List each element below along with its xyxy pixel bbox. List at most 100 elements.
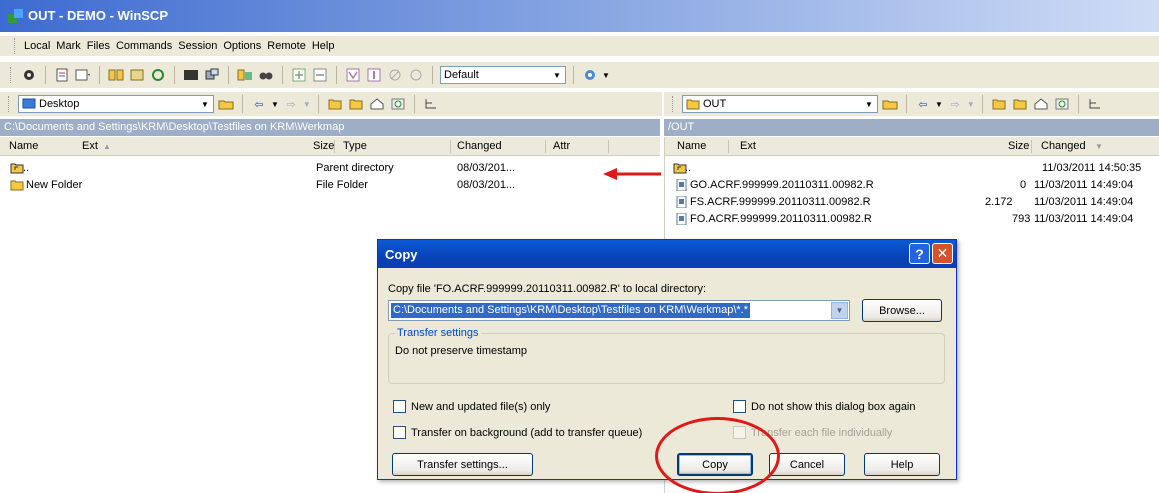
parent-dir-icon[interactable]: [990, 95, 1008, 113]
root-dir-icon[interactable]: [1011, 95, 1029, 113]
browse-button[interactable]: Browse...: [862, 299, 942, 322]
refresh-icon[interactable]: [1053, 95, 1071, 113]
right-location-select[interactable]: OUT ▼: [682, 95, 878, 113]
checkbox-box[interactable]: [393, 400, 406, 413]
col-size[interactable]: Size: [313, 140, 334, 152]
checkbox-box[interactable]: [733, 400, 746, 413]
synchronize-icon[interactable]: [107, 66, 125, 84]
col-size[interactable]: Size: [1008, 140, 1029, 152]
close-icon[interactable]: ✕: [932, 243, 953, 264]
refresh-icon[interactable]: [149, 66, 167, 84]
back-chevron-icon[interactable]: ▼: [271, 100, 279, 109]
column-divider[interactable]: [334, 140, 335, 153]
queue-icon[interactable]: [53, 66, 71, 84]
table-row[interactable]: FO.ACRF.999999.20110311.00982.R 793 11/0…: [665, 211, 1159, 228]
open-terminal-icon[interactable]: [74, 66, 92, 84]
table-row[interactable]: .. 11/03/2011 14:50:35: [665, 160, 1159, 177]
open-folder-icon[interactable]: [881, 95, 899, 113]
back-arrow-icon[interactable]: ⇦: [250, 95, 268, 113]
forward-arrow-icon[interactable]: ⇨: [946, 95, 964, 113]
file-type: Parent directory: [316, 162, 394, 174]
chevron-down-icon[interactable]: ▼: [831, 302, 848, 319]
refresh-icon[interactable]: [389, 95, 407, 113]
dialog-title-bar[interactable]: Copy ? ✕: [378, 240, 956, 268]
menu-remote[interactable]: Remote: [264, 40, 309, 52]
right-path-header[interactable]: /OUT: [664, 119, 1159, 136]
root-dir-icon[interactable]: [347, 95, 365, 113]
select-plus-icon[interactable]: [290, 66, 308, 84]
tree-view-icon[interactable]: [1086, 95, 1104, 113]
transfer-preset-select[interactable]: Default ▼: [440, 66, 566, 84]
col-name[interactable]: Name: [677, 140, 706, 152]
forward-chevron-icon[interactable]: ▼: [303, 100, 311, 109]
forward-arrow-icon[interactable]: ⇨: [282, 95, 300, 113]
console-icon[interactable]: [182, 66, 200, 84]
circle-icon[interactable]: [407, 66, 425, 84]
transfer-settings-icon[interactable]: [581, 66, 599, 84]
menu-local[interactable]: Local: [21, 40, 53, 52]
open-folder-icon[interactable]: [217, 95, 235, 113]
menu-mark[interactable]: Mark: [53, 40, 83, 52]
binoculars-icon[interactable]: [257, 66, 275, 84]
table-row[interactable]: GO.ACRF.999999.20110311.00982.R 0 11/03/…: [665, 177, 1159, 194]
table-row[interactable]: .. Parent directory 08/03/201...: [0, 160, 660, 177]
target-directory-value: C:\Documents and Settings\KRM\Desktop\Te…: [391, 303, 750, 318]
cancel-button[interactable]: Cancel: [769, 453, 845, 476]
right-path-toolbar: OUT ▼ ⇦ ▼ ⇨ ▼: [664, 92, 1159, 116]
tree-view-icon[interactable]: [422, 95, 440, 113]
select-minus-icon[interactable]: [311, 66, 329, 84]
swap-icon[interactable]: [365, 66, 383, 84]
menu-files[interactable]: Files: [84, 40, 113, 52]
checkbox-box[interactable]: [393, 426, 406, 439]
menu-commands[interactable]: Commands: [113, 40, 175, 52]
home-icon[interactable]: [1032, 95, 1050, 113]
transfer-settings-button[interactable]: Transfer settings...: [392, 453, 533, 476]
target-directory-combo[interactable]: C:\Documents and Settings\KRM\Desktop\Te…: [388, 300, 850, 321]
back-chevron-icon[interactable]: ▼: [935, 100, 943, 109]
help-button[interactable]: Help: [864, 453, 940, 476]
find-files-icon[interactable]: [236, 66, 254, 84]
cancel-circle-icon[interactable]: [386, 66, 404, 84]
col-changed[interactable]: Changed: [457, 140, 502, 152]
window-title: OUT - DEMO - WinSCP: [28, 8, 168, 23]
toolbar-separator: [242, 95, 243, 113]
preferences-icon[interactable]: [20, 66, 38, 84]
help-icon[interactable]: ?: [909, 243, 930, 264]
parent-dir-icon[interactable]: [326, 95, 344, 113]
back-arrow-icon[interactable]: ⇦: [914, 95, 932, 113]
annotation-arrow: [603, 168, 661, 180]
left-location-select[interactable]: Desktop ▼: [18, 95, 214, 113]
left-path-header[interactable]: C:\Documents and Settings\KRM\Desktop\Te…: [0, 119, 660, 136]
putty-icon[interactable]: [203, 66, 221, 84]
filter-icon[interactable]: [344, 66, 362, 84]
column-divider[interactable]: [450, 140, 451, 153]
col-attr[interactable]: Attr: [553, 140, 570, 152]
menu-session[interactable]: Session: [175, 40, 220, 52]
dont-show-again-checkbox[interactable]: Do not show this dialog box again: [733, 400, 916, 413]
toolbar-separator: [1077, 95, 1079, 113]
file-size: 2.172: [985, 196, 1013, 208]
checkbox-label: Transfer on background (add to transfer …: [411, 426, 643, 439]
transfer-settings-chevron-icon[interactable]: ▼: [602, 71, 610, 80]
compare-icon[interactable]: [128, 66, 146, 84]
col-changed[interactable]: Changed: [1041, 140, 1086, 152]
col-type[interactable]: Type: [343, 140, 367, 152]
column-divider[interactable]: [728, 140, 729, 153]
chevron-down-icon: ▼: [201, 99, 209, 109]
col-ext[interactable]: Ext: [740, 140, 756, 152]
new-updated-checkbox[interactable]: New and updated file(s) only: [393, 400, 550, 413]
menu-help[interactable]: Help: [309, 40, 338, 52]
column-divider[interactable]: [545, 140, 546, 153]
col-name[interactable]: Name: [9, 140, 38, 152]
table-row[interactable]: FS.ACRF.999999.20110311.00982.R 2.172 11…: [665, 194, 1159, 211]
menu-options[interactable]: Options: [220, 40, 264, 52]
title-bar[interactable]: OUT - DEMO - WinSCP: [0, 0, 1159, 32]
table-row[interactable]: New Folder File Folder 08/03/201...: [0, 177, 660, 194]
checkbox-label: New and updated file(s) only: [411, 400, 551, 413]
column-divider[interactable]: [608, 140, 609, 153]
home-icon[interactable]: [368, 95, 386, 113]
background-transfer-checkbox[interactable]: Transfer on background (add to transfer …: [393, 426, 642, 439]
forward-chevron-icon[interactable]: ▼: [967, 100, 975, 109]
col-ext[interactable]: Ext: [82, 140, 98, 152]
column-divider[interactable]: [1031, 140, 1032, 153]
